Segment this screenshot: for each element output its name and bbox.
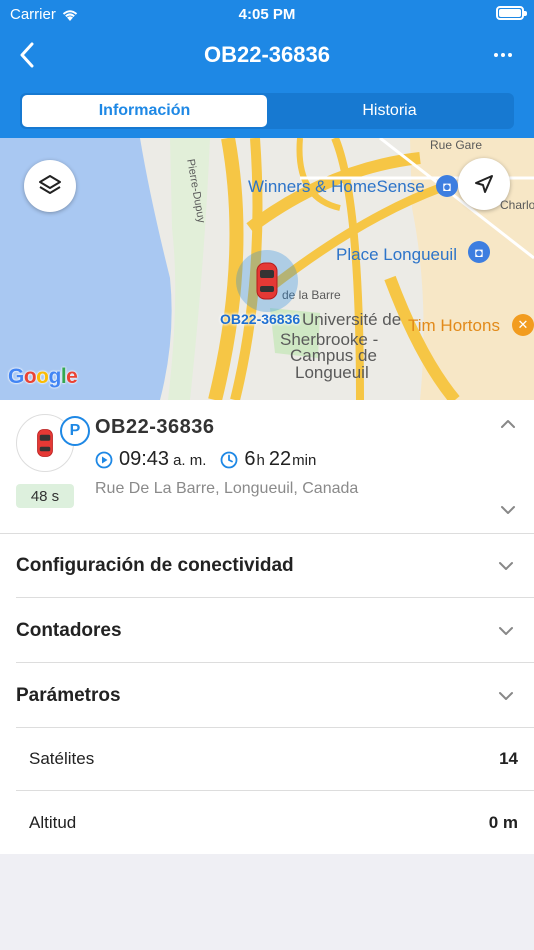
shopping-bag-icon: ◘ <box>436 175 458 197</box>
duration-minutes-unit: min <box>292 452 317 469</box>
param-value: 14 <box>499 749 518 768</box>
section-counters[interactable]: Contadores <box>16 599 534 663</box>
page-title: OB22-36836 <box>204 42 330 67</box>
map-view[interactable]: Winners & HomeSense ◘ Place Longueuil ◘ … <box>0 138 534 400</box>
chevron-up-icon <box>501 420 515 428</box>
navigation-arrow-icon <box>475 175 493 193</box>
car-icon <box>37 429 53 457</box>
street-label: Charlotte <box>500 198 534 212</box>
segmented-control: Información Historia <box>20 93 514 129</box>
restaurant-icon: ✕ <box>512 314 534 336</box>
google-logo: Google <box>8 365 78 388</box>
last-time-suffix: a. m. <box>173 452 207 469</box>
map-label-univ-1: Université de <box>302 310 402 329</box>
vehicle-map-label: OB22-36836 <box>220 311 301 327</box>
vehicle-marker[interactable] <box>236 250 298 312</box>
clock-icon <box>220 451 238 469</box>
chevron-down-icon <box>496 556 516 576</box>
duration-hours-unit: h <box>256 452 265 469</box>
map-label-univ-4: Longueuil <box>295 363 369 382</box>
parking-status-badge: P <box>60 416 90 446</box>
last-time: 09:43 <box>119 448 170 470</box>
param-value: 0 m <box>488 813 518 832</box>
param-name: Satélites <box>29 749 95 768</box>
shopping-bag-icon: ◘ <box>468 241 490 263</box>
more-dot-icon <box>494 53 498 57</box>
duration-hours: 6 <box>244 448 256 470</box>
map-label-tim: Tim Hortons <box>408 316 500 335</box>
tab-informacion[interactable]: Información <box>22 95 267 127</box>
section-parameters[interactable]: Parámetros <box>16 664 534 728</box>
section-connectivity[interactable]: Configuración de conectividad <box>16 534 534 598</box>
vehicle-name: OB22-36836 <box>95 416 215 438</box>
section-label: Contadores <box>16 620 122 641</box>
update-age-badge: 48 s <box>16 484 74 508</box>
chevron-down-icon <box>496 621 516 641</box>
play-circle-icon <box>95 451 113 469</box>
battery-icon <box>496 6 527 20</box>
map-layers-button[interactable] <box>24 160 76 212</box>
section-label: Configuración de conectividad <box>16 555 294 576</box>
more-options-button[interactable] <box>486 40 520 70</box>
more-dot-icon <box>501 53 505 57</box>
vehicle-address: Rue De La Barre, Longueuil, Canada <box>95 480 359 497</box>
vehicle-time-row: 09:43 a. m. 6 h 22 min <box>95 448 316 471</box>
chevron-left-icon <box>20 42 34 68</box>
duration-minutes: 22 <box>268 448 292 470</box>
nav-bar: OB22-36836 <box>0 28 534 82</box>
collapse-button[interactable] <box>498 414 518 434</box>
param-row-altitude: Altitud 0 m <box>16 792 534 855</box>
param-name: Altitud <box>29 813 77 832</box>
map-label-place: Place Longueuil <box>336 245 457 264</box>
chevron-down-icon <box>501 506 515 514</box>
back-button[interactable] <box>10 38 44 72</box>
details-panel: P 48 s OB22-36836 09:43 a. m. 6 h 22 min… <box>0 400 534 854</box>
expand-button[interactable] <box>498 500 518 520</box>
param-row-satellites: Satélites 14 <box>16 728 534 791</box>
chevron-down-icon <box>496 686 516 706</box>
layers-icon <box>39 175 61 194</box>
status-time: 4:05 PM <box>238 6 296 23</box>
tab-historia[interactable]: Historia <box>267 95 512 127</box>
status-bar: Carrier 4:05 PM <box>0 0 534 28</box>
car-icon <box>256 262 278 300</box>
vehicle-card: P 48 s OB22-36836 09:43 a. m. 6 h 22 min… <box>0 400 534 534</box>
street-label: Rue Gare <box>430 138 483 152</box>
header: Carrier 4:05 PM OB22-36836 Información H… <box>0 0 534 138</box>
section-label: Parámetros <box>16 685 121 706</box>
more-dot-icon <box>508 53 512 57</box>
map-label-winners: Winners & HomeSense <box>248 177 425 196</box>
